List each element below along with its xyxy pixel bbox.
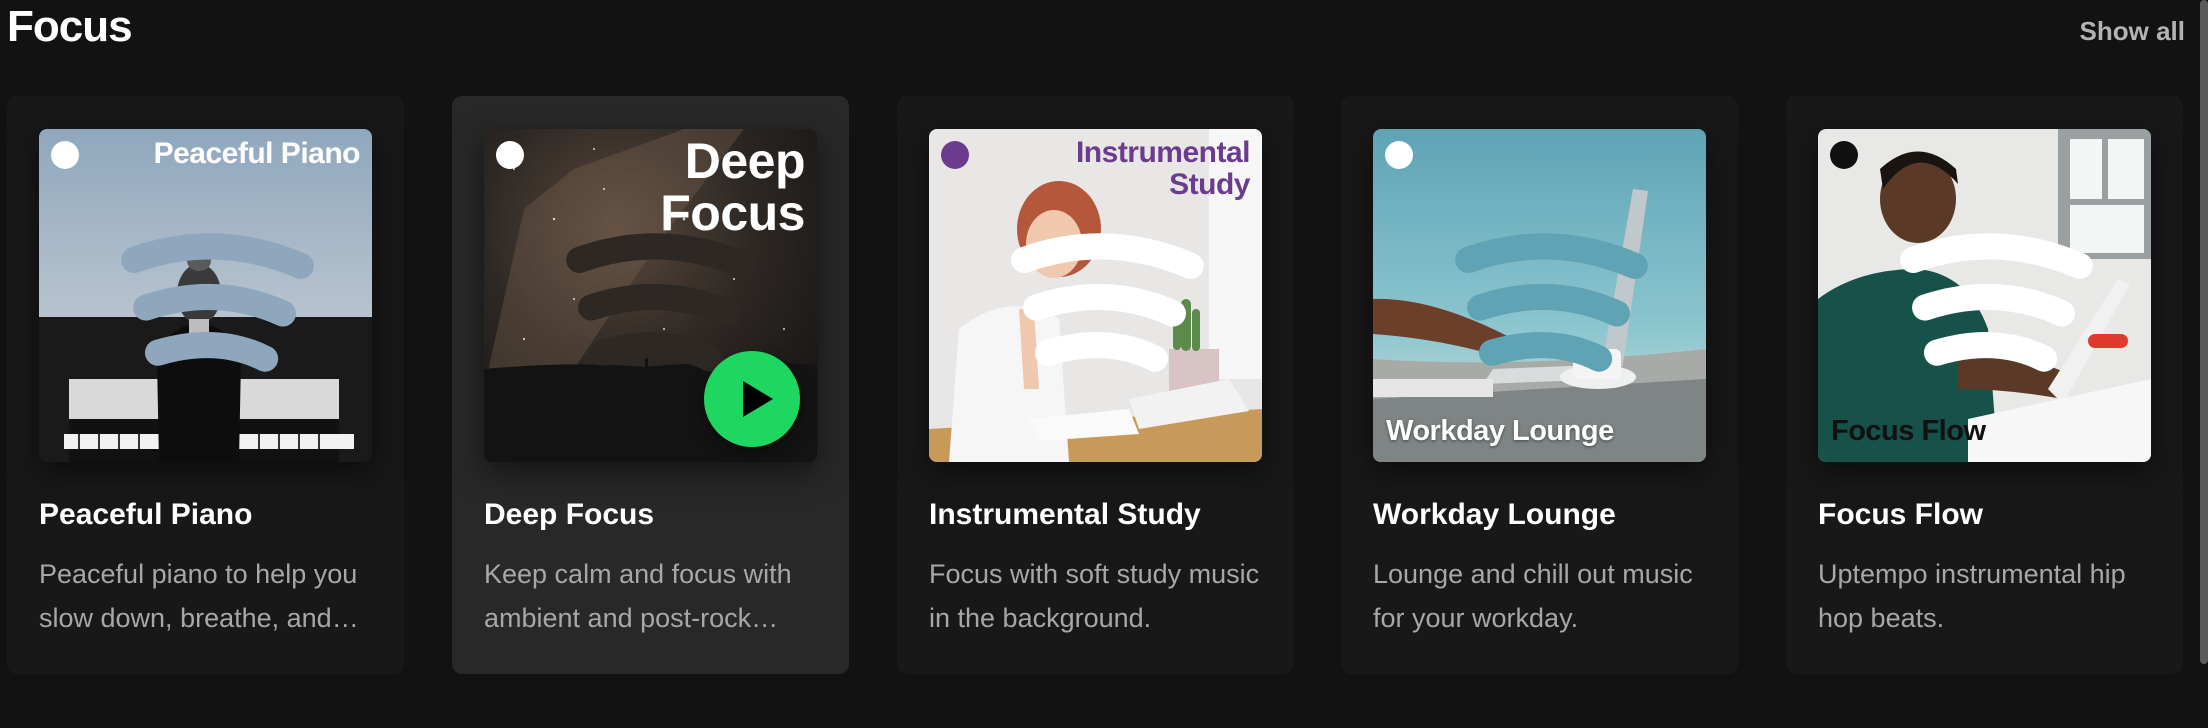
spotify-logo-icon: [1830, 141, 2093, 372]
play-button[interactable]: [704, 351, 800, 447]
section-title[interactable]: Focus: [7, 2, 133, 52]
card-description: Keep calm and focus with ambient and pos…: [484, 559, 792, 633]
cover-text: Peaceful Piano: [153, 137, 361, 170]
card-title[interactable]: Instrumental Study: [929, 498, 1201, 532]
cover-text: Workday Lounge: [1386, 415, 1614, 447]
cover-text: Focus Flow: [1831, 415, 1986, 447]
card-description: Uptempo instrumental hip hop beats.: [1818, 559, 2126, 633]
card-title[interactable]: Peaceful Piano: [39, 498, 252, 532]
cover-peaceful-piano: Peaceful Piano: [39, 129, 372, 462]
spotify-logo-icon: [941, 141, 1204, 372]
card-description: Peaceful piano to help you slow down, br…: [39, 559, 358, 633]
playlist-card-workday-lounge[interactable]: Workday Lounge Workday Lounge Lounge and…: [1341, 96, 1738, 674]
card-title[interactable]: Deep Focus: [484, 498, 654, 532]
section-header: Focus Show all: [0, 0, 2208, 62]
spotify-logo-icon: [51, 141, 314, 372]
card-title[interactable]: Focus Flow: [1818, 498, 1983, 532]
scrollbar[interactable]: [2200, 0, 2208, 664]
playlist-row: Peaceful Piano Peaceful Piano Peaceful p…: [0, 96, 2200, 676]
cover-text: Instrumental Study: [1075, 136, 1251, 201]
playlist-card-peaceful-piano[interactable]: Peaceful Piano Peaceful Piano Peaceful p…: [7, 96, 404, 674]
spotify-logo-icon: [1385, 141, 1648, 372]
card-title[interactable]: Workday Lounge: [1373, 498, 1616, 532]
cover-instrumental-study: Instrumental Study: [929, 129, 1262, 462]
cover-focus-flow: Focus Flow: [1818, 129, 2151, 462]
cover-workday-lounge: Workday Lounge: [1373, 129, 1706, 462]
cover-text: Deep Focus: [660, 133, 805, 241]
spotify-logo-icon: [496, 141, 759, 372]
playlist-card-instrumental-study[interactable]: Instrumental Study Instrumental Study Fo…: [897, 96, 1294, 674]
playlist-card-focus-flow[interactable]: Focus Flow Focus Flow Uptempo instrument…: [1786, 96, 2183, 674]
show-all-link[interactable]: Show all: [2080, 16, 2185, 47]
card-description: Lounge and chill out music for your work…: [1373, 559, 1693, 633]
card-description: Focus with soft study music in the backg…: [929, 559, 1260, 633]
cover-deep-focus: Deep Focus: [484, 129, 817, 462]
playlist-card-deep-focus[interactable]: Deep Focus Deep Focus Keep calm and focu…: [452, 96, 849, 674]
